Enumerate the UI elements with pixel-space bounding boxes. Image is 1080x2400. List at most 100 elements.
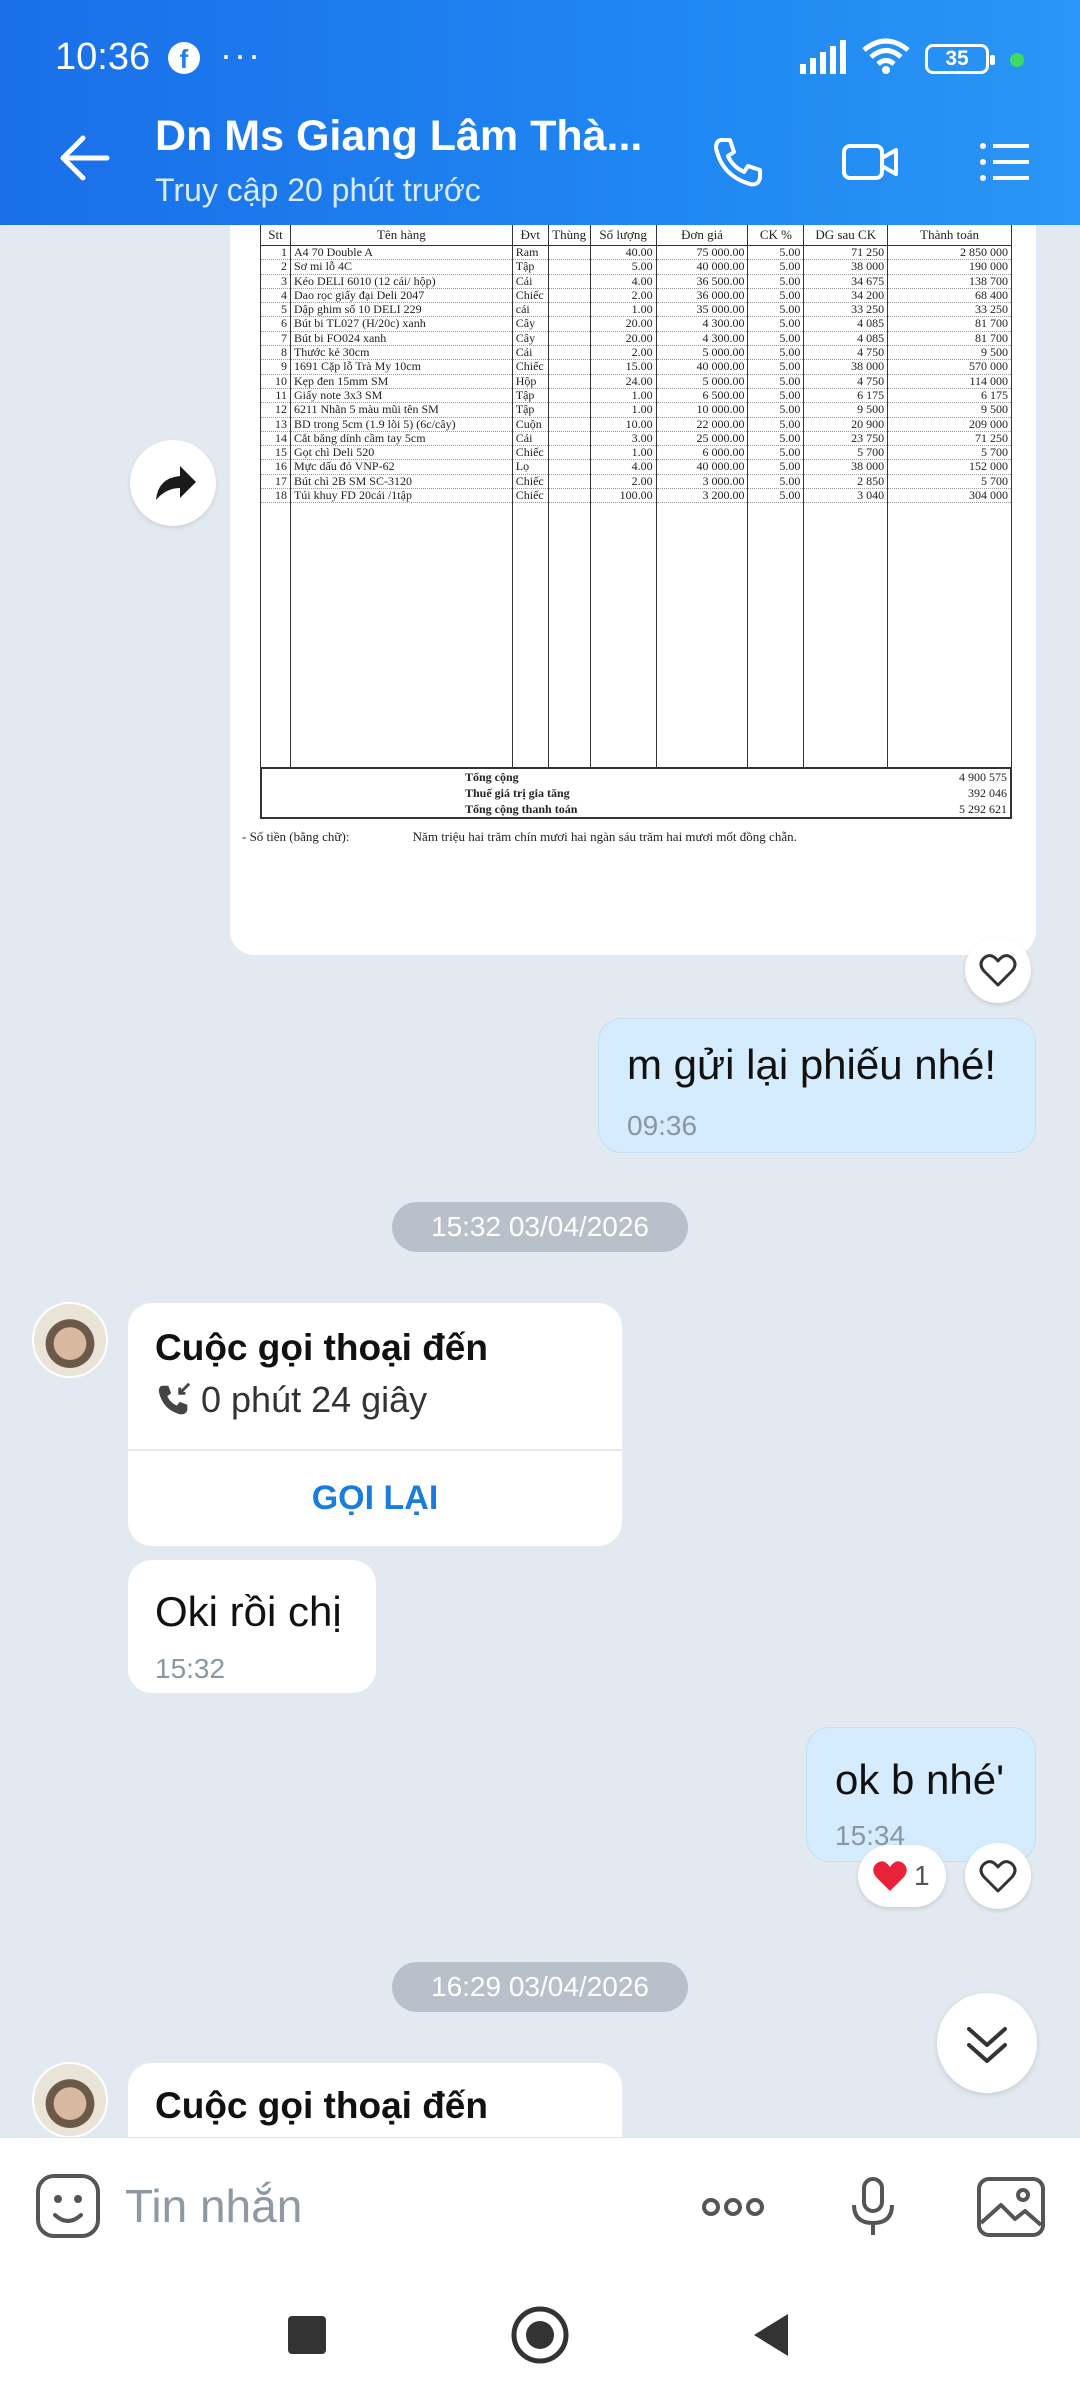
contact-avatar[interactable] xyxy=(32,2062,108,2138)
contact-avatar[interactable] xyxy=(32,1302,108,1378)
invoice-cell: 3 040 xyxy=(803,488,889,504)
invoice-cell: 7 xyxy=(260,331,291,347)
outgoing-message[interactable]: m gửi lại phiếu nhé! 09:36 xyxy=(598,1018,1036,1153)
system-navigation-bar xyxy=(0,2272,1080,2400)
call-title: Cuộc gọi thoại đến xyxy=(155,1327,488,1368)
invoice-cell: 5.00 xyxy=(747,417,805,432)
invoice-cell: 3 xyxy=(260,274,291,289)
invoice-cell: Mực dấu đỏ VNP-62 xyxy=(289,459,513,475)
date-separator: 16:29 03/04/2026 xyxy=(392,1962,688,2012)
voice-call-icon[interactable] xyxy=(708,132,768,192)
invoice-cell xyxy=(547,302,591,318)
invoice-cell: 5.00 xyxy=(747,331,805,347)
invoice-cell xyxy=(589,502,657,769)
invoice-cell: 2.00 xyxy=(589,474,657,490)
invoice-cell: 38 000 xyxy=(803,459,889,475)
scroll-to-bottom-button[interactable] xyxy=(937,1993,1037,2093)
recent-apps-icon[interactable] xyxy=(274,2302,340,2368)
outgoing-message[interactable]: ok b nhé' 15:34 xyxy=(806,1727,1036,1862)
invoice-cell: Ram xyxy=(511,245,549,261)
invoice-cell xyxy=(547,402,591,418)
total-value: 4 900 575 xyxy=(959,769,1007,784)
call-back-button[interactable]: GỌI LẠI xyxy=(128,1451,622,1546)
invoice-cell: 8 xyxy=(260,345,291,361)
react-heart-button[interactable] xyxy=(965,937,1031,1003)
invoice-cell: 20.00 xyxy=(589,331,657,347)
invoice-table: Stt Tên hàng Đvt Thùng Số lượng Đơn giá … xyxy=(260,225,1012,769)
invoice-cell: 1 xyxy=(260,245,291,261)
back-arrow-icon[interactable] xyxy=(55,128,115,188)
back-triangle-icon[interactable] xyxy=(740,2302,806,2368)
invoice-cell: 5 000.00 xyxy=(655,345,749,361)
invoice-cell: Chiếc xyxy=(511,288,549,304)
invoice-cell: 33 250 xyxy=(887,302,1012,318)
invoice-cell: 6211 Nhãn 5 màu mũi tên SM xyxy=(289,402,513,418)
amount-in-words-label: - Số tiền (bằng chữ): xyxy=(242,828,350,844)
invoice-cell: 4 300.00 xyxy=(655,316,749,332)
call-title: Cuộc gọi thoại đến xyxy=(155,2085,488,2126)
invoice-cell xyxy=(547,259,591,275)
reaction-count: 1 xyxy=(914,1860,930,1891)
invoice-cell xyxy=(547,359,591,375)
invoice-cell: Cái xyxy=(511,274,549,289)
invoice-cell: Cái xyxy=(511,431,549,447)
invoice-cell: 81 700 xyxy=(887,331,1012,347)
reaction-badge[interactable]: 1 xyxy=(858,1845,946,1907)
invoice-cell: 34 675 xyxy=(803,274,889,289)
message-text: m gửi lại phiếu nhé! xyxy=(627,1041,996,1088)
invoice-cell: 20.00 xyxy=(589,316,657,332)
invoice-cell xyxy=(511,502,549,769)
invoice-image-message[interactable]: Stt Tên hàng Đvt Thùng Số lượng Đơn giá … xyxy=(230,225,1036,955)
invoice-cell: 14 xyxy=(260,431,291,447)
home-icon[interactable] xyxy=(507,2302,573,2368)
invoice-cell xyxy=(547,245,591,261)
invoice-cell: 6 000.00 xyxy=(655,445,749,461)
invoice-col-header: Thùng xyxy=(547,225,591,246)
invoice-cell: Chiếc xyxy=(511,474,549,490)
invoice-cell xyxy=(547,459,591,475)
video-call-icon[interactable] xyxy=(840,132,900,192)
invoice-cell: 5.00 xyxy=(747,488,805,504)
amount-in-words: - Số tiền (bằng chữ): Năm triệu hai trăm… xyxy=(242,829,1012,845)
invoice-col-header: Stt xyxy=(260,225,291,246)
invoice-cell: 2 850 000 xyxy=(887,245,1012,261)
react-heart-button[interactable] xyxy=(965,1843,1031,1909)
message-time: 09:36 xyxy=(627,1110,698,1141)
invoice-cell: 6 xyxy=(260,316,291,332)
invoice-row: 17 Bút chì 2B SM SC-3120 Chiếc 2.00 3 000.00… xyxy=(260,474,1012,490)
invoice-cell: Sơ mi lỗ 4C xyxy=(289,259,513,275)
invoice-cell xyxy=(547,388,591,404)
message-input[interactable] xyxy=(125,2168,665,2244)
more-options-icon[interactable] xyxy=(697,2171,769,2243)
incoming-message[interactable]: Oki rồi chị 15:32 xyxy=(128,1560,376,1693)
invoice-cell: Cây xyxy=(511,331,549,347)
invoice-cell: 38 000 xyxy=(803,259,889,275)
voice-message-icon[interactable] xyxy=(838,2171,910,2243)
invoice-cell: 36 000.00 xyxy=(655,288,749,304)
date-separator: 15:32 03/04/2026 xyxy=(392,1202,688,1252)
last-seen-status: Truy cập 20 phút trước xyxy=(155,172,481,208)
call-duration: 0 phút 24 giây xyxy=(155,1379,427,1421)
invoice-row: 12 6211 Nhãn 5 màu mũi tên SM Tập 1.00 10 00… xyxy=(260,402,1012,418)
invoice-row: 10 Kẹp đen 15mm SM Hộp 24.00 5 000.00 5.00 4 7… xyxy=(260,374,1012,389)
invoice-row: 2 Sơ mi lỗ 4C Tập 5.00 40 000.00 5.00 38 000 19… xyxy=(260,259,1012,275)
invoice-cell: Giấy note 3x3 SM xyxy=(289,388,513,404)
sticker-emoji-icon[interactable] xyxy=(33,2171,103,2241)
forward-button[interactable] xyxy=(130,440,216,526)
invoice-cell: 81 700 xyxy=(887,316,1012,332)
invoice-cell: 1.00 xyxy=(589,388,657,404)
invoice-col-header: Đvt xyxy=(511,225,549,246)
invoice-header-row: Stt Tên hàng Đvt Thùng Số lượng Đơn giá … xyxy=(260,225,1012,246)
invoice-cell xyxy=(887,502,1012,769)
invoice-cell: Cái xyxy=(511,345,549,361)
invoice-cell: Kẹp đen 15mm SM xyxy=(289,374,513,389)
invoice-row: 6 Bút bi TL027 (H/20c) xanh Cây 20.00 4 300.… xyxy=(260,316,1012,332)
image-gallery-icon[interactable] xyxy=(975,2171,1047,2243)
invoice-cell: 5.00 xyxy=(747,388,805,404)
menu-list-icon[interactable] xyxy=(975,132,1035,192)
invoice-cell: 2.00 xyxy=(589,345,657,361)
invoice-cell: 304 000 xyxy=(887,488,1012,504)
contact-name[interactable]: Dn Ms Giang Lâm Thà... xyxy=(155,112,642,161)
invoice-cell: 5.00 xyxy=(747,402,805,418)
invoice-cell: Cuộn xyxy=(511,417,549,432)
